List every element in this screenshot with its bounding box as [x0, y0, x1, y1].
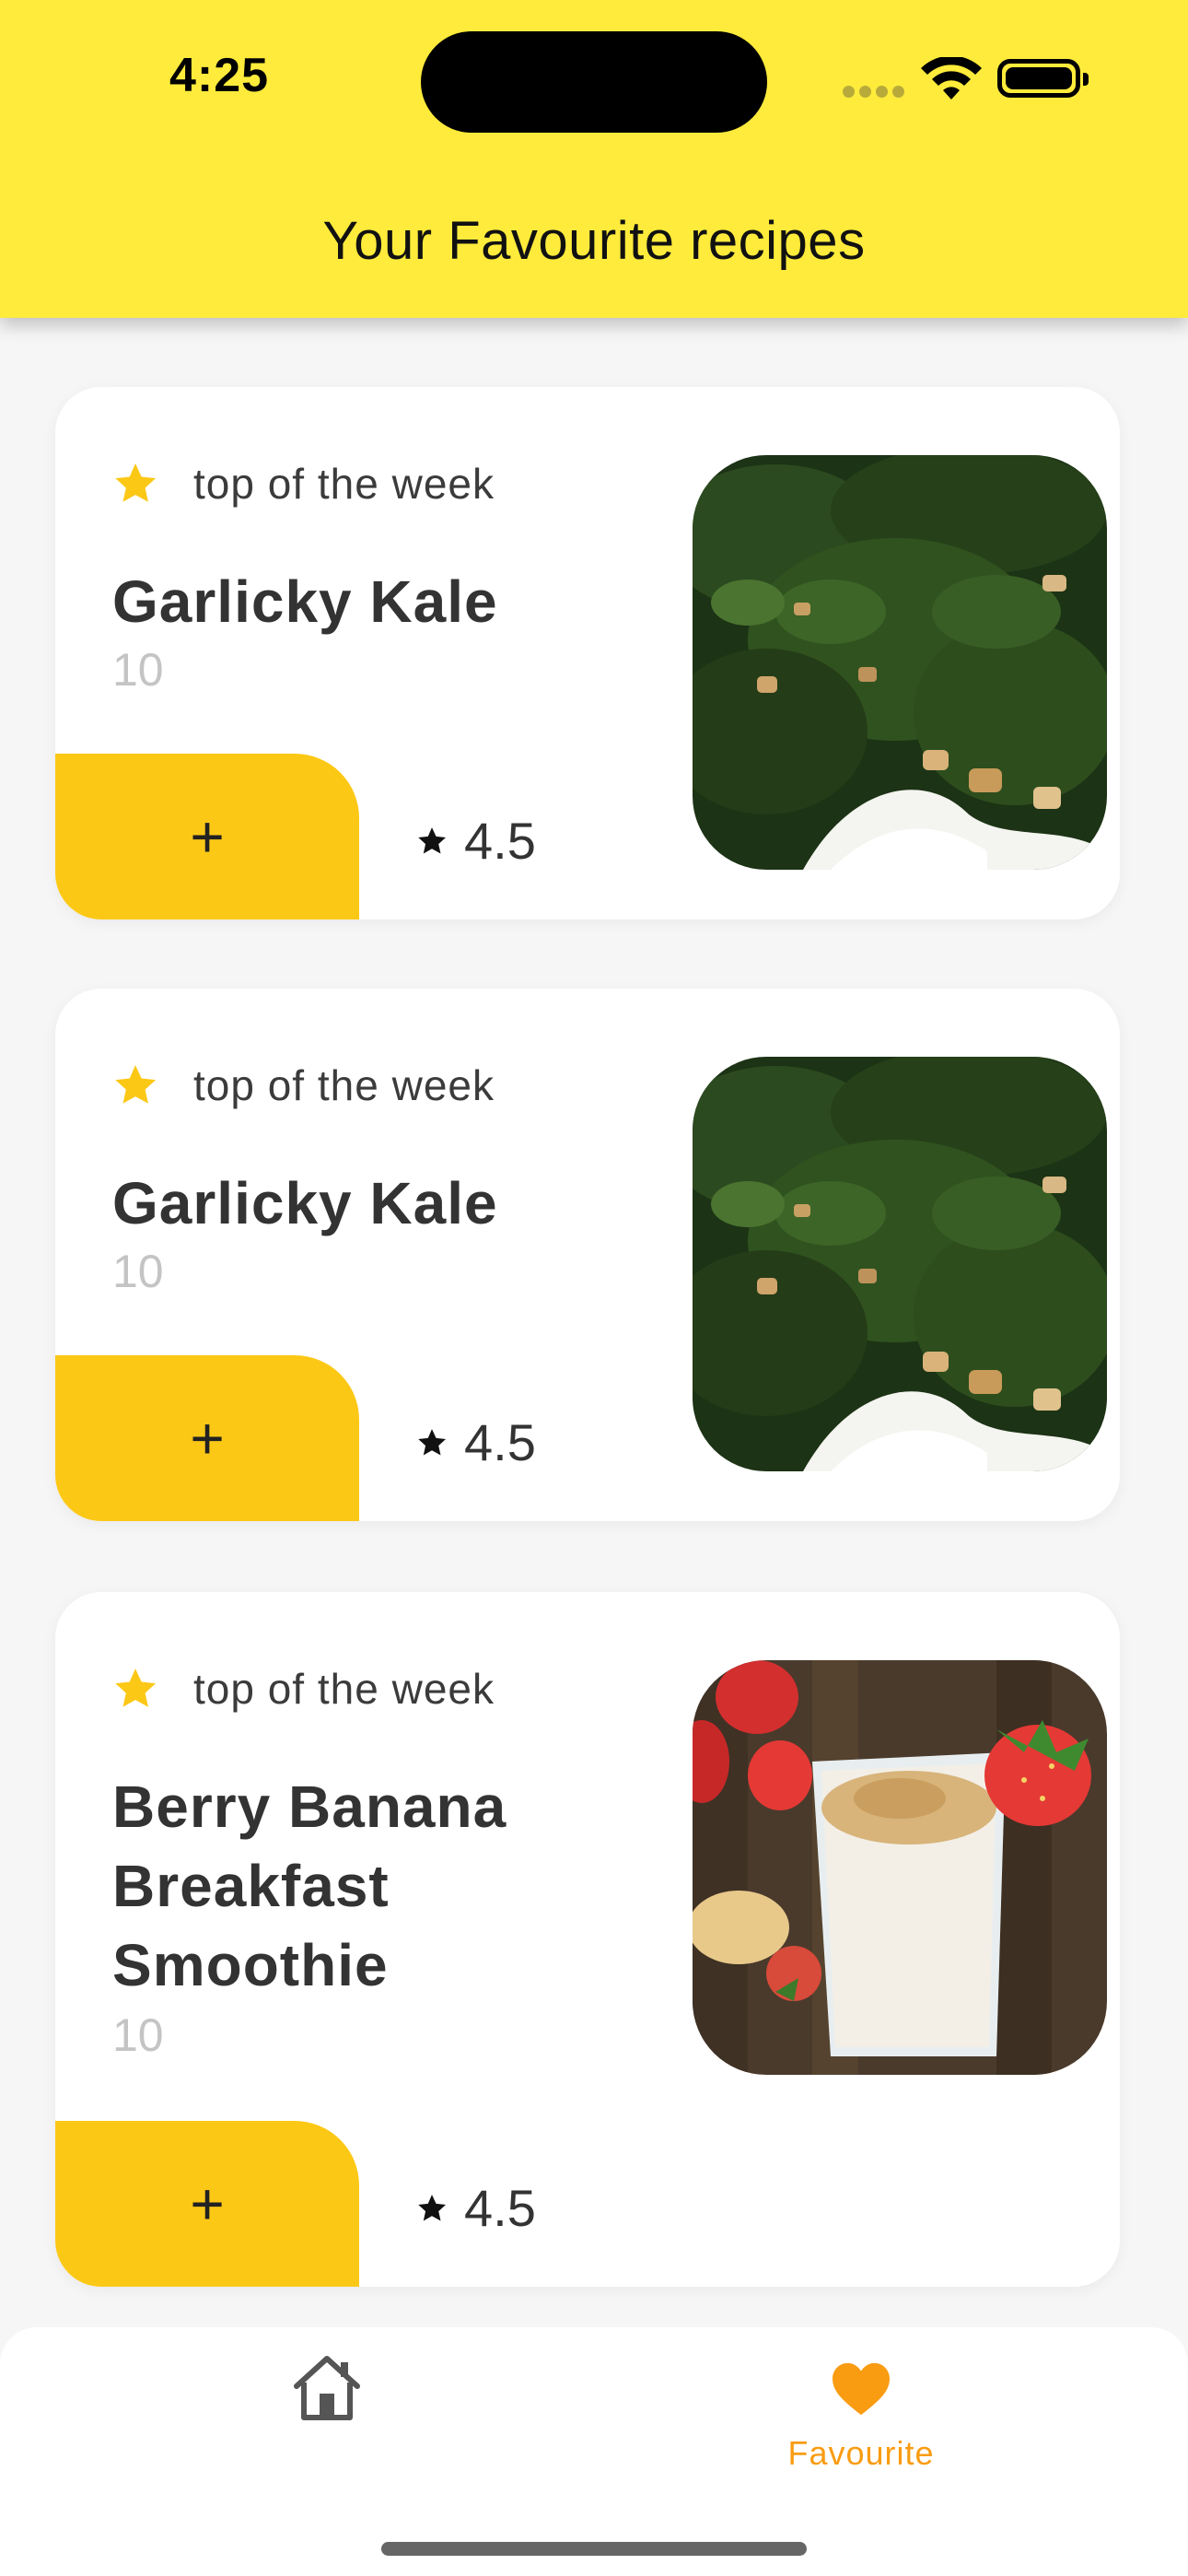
add-button[interactable]: + [55, 754, 359, 919]
add-button[interactable]: + [55, 1355, 359, 1521]
kale-photo [693, 455, 1107, 870]
badge-label: top of the week [193, 460, 495, 508]
badge-label: top of the week [193, 1665, 495, 1713]
smoothie-photo [693, 1660, 1107, 2075]
home-indicator[interactable] [381, 2542, 807, 2556]
rating: 4.5 [416, 1412, 536, 1472]
recipe-card[interactable]: top of the week Garlicky Kale 10 + 4.5 [55, 387, 1120, 919]
star-icon [115, 1065, 157, 1104]
star-icon [115, 1669, 157, 1707]
page-title: Your Favourite recipes [322, 211, 866, 271]
rating-star-icon [418, 826, 447, 853]
recipe-count: 10 [112, 1246, 164, 1297]
home-icon[interactable] [291, 2353, 363, 2423]
cellular-signal-icon [843, 81, 905, 98]
wifi-icon [921, 57, 982, 100]
recipe-title: Garlicky Kale [112, 568, 498, 635]
rating-value: 4.5 [464, 1413, 536, 1471]
recipe-title: Garlicky Kale [112, 1170, 498, 1236]
recipe-card[interactable]: top of the week Garlicky Kale 10 + 4.5 [55, 989, 1120, 1521]
recipe-title: Berry Banana Breakfast Smoothie [112, 1774, 507, 1998]
rating-star-icon [418, 2194, 447, 2220]
status-time: 4:25 [169, 49, 270, 102]
recipe-card[interactable]: top of the week Berry Banana Breakfast S… [55, 1592, 1120, 2287]
app-header: 4:25 Your Favourite recipes [0, 0, 1188, 318]
add-button[interactable]: + [55, 2121, 359, 2287]
dynamic-island [421, 31, 767, 133]
star-icon [115, 463, 157, 502]
heart-icon [833, 2362, 890, 2416]
nav-item-favourite[interactable]: Favourite [774, 2360, 949, 2472]
nav-label-favourite: Favourite [787, 2434, 935, 2472]
rating-value: 4.5 [464, 812, 536, 870]
recipe-count: 10 [112, 2009, 164, 2061]
bottom-navigation: Favourite [0, 2327, 1188, 2576]
recipe-count: 10 [112, 644, 164, 696]
rating: 4.5 [416, 811, 536, 871]
kale-photo [693, 1057, 1107, 1471]
rating-value: 4.5 [464, 2179, 536, 2237]
badge-label: top of the week [193, 1061, 495, 1109]
battery-icon [997, 59, 1089, 98]
rating: 4.5 [416, 2178, 536, 2238]
rating-star-icon [418, 1428, 447, 1455]
